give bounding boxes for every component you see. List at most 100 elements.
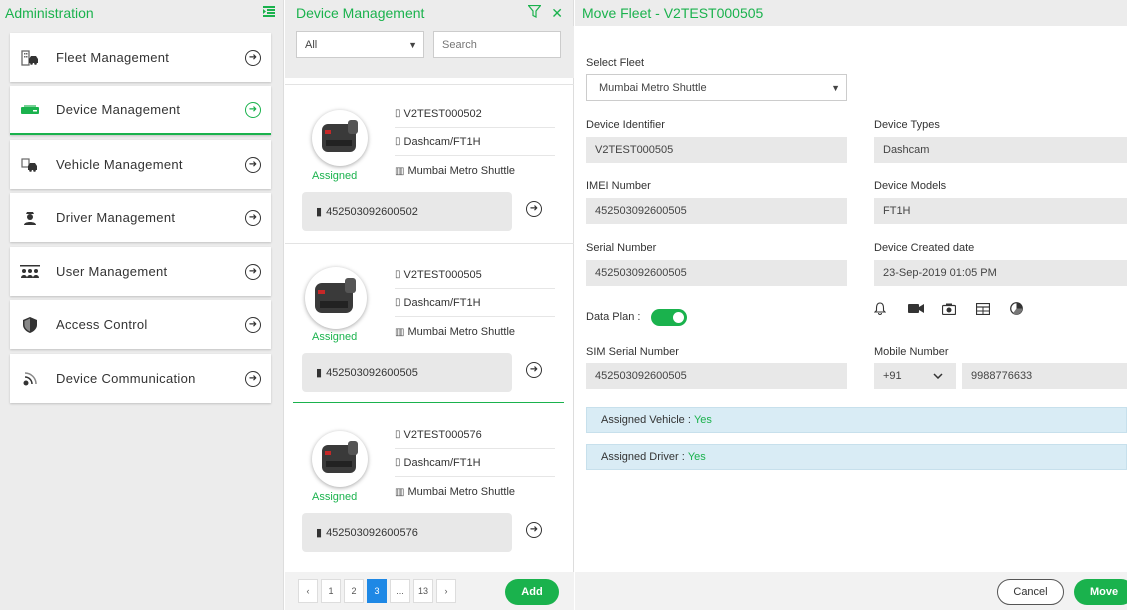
select-fleet-dropdown[interactable]: Mumbai Metro Shuttle ▼ xyxy=(586,74,847,101)
device-icon xyxy=(20,100,40,120)
country-code-select[interactable]: +91 xyxy=(874,363,956,389)
menu-item-device-management[interactable]: Device Management ➜ xyxy=(10,86,271,135)
device-id-line: ▯ V2TEST000576 xyxy=(395,421,555,449)
move-fleet-footer: Cancel Move xyxy=(575,572,1127,610)
menu-item-vehicle-management[interactable]: Vehicle Management ➜ xyxy=(10,140,271,189)
caret-down-icon: ▼ xyxy=(408,39,417,50)
device-id-line: ▯ V2TEST000502 xyxy=(395,100,555,128)
assigned-driver-label: Assigned Driver : xyxy=(601,451,688,463)
close-icon[interactable]: ✕ xyxy=(551,5,563,22)
dashcam-image xyxy=(312,110,368,166)
fleet-line: ▥ Mumbai Metro Shuttle xyxy=(395,157,555,185)
imei-value: 452503092600576 xyxy=(326,526,418,539)
chip-icon: ▯ xyxy=(395,457,401,468)
pager-next[interactable]: › xyxy=(436,579,456,603)
menu-item-user-management[interactable]: User Management ➜ xyxy=(10,247,271,296)
assigned-driver-value: Yes xyxy=(687,451,706,463)
arrow-right-icon[interactable]: ➜ xyxy=(245,209,261,226)
imei-label: IMEI Number xyxy=(586,180,651,192)
administration-panel: Administration Fleet Management ➜ Device… xyxy=(0,0,284,610)
device-type: Dashcam/FT1H xyxy=(403,135,481,148)
table-icon[interactable] xyxy=(976,302,1010,315)
menu-item-access-control[interactable]: Access Control ➜ xyxy=(10,300,271,349)
list-collapse-icon[interactable] xyxy=(263,6,275,20)
serial-number-field[interactable]: 452503092600505 xyxy=(586,260,847,286)
device-card[interactable]: Assigned ▯ V2TEST000505 ▯ Dashcam/FT1H ▥ Mu… xyxy=(302,261,560,402)
assigned-vehicle-label: Assigned Vehicle : xyxy=(601,414,694,426)
arrow-right-icon[interactable]: ➜ xyxy=(526,201,542,217)
device-id: V2TEST000505 xyxy=(403,268,482,281)
arrow-right-icon[interactable]: ➜ xyxy=(245,316,261,333)
sim-serial-label: SIM Serial Number xyxy=(586,346,679,358)
arrow-right-icon[interactable]: ➜ xyxy=(526,522,542,538)
mobile-number-field[interactable]: 9988776633 xyxy=(962,363,1127,389)
dashcam-image xyxy=(312,431,368,487)
device-card[interactable]: Assigned ▯ V2TEST000502 ▯ Dashcam/FT1H ▥ Mu… xyxy=(302,100,560,243)
dashcam-image xyxy=(305,267,367,329)
users-icon xyxy=(20,262,40,282)
administration-header: Administration xyxy=(0,0,283,26)
chip-icon: ▯ xyxy=(395,297,401,308)
chip-icon: ▯ xyxy=(395,269,401,280)
device-id: V2TEST000576 xyxy=(403,428,482,441)
status-filter-select[interactable]: All ▼ xyxy=(296,31,424,58)
arrow-right-icon[interactable]: ➜ xyxy=(245,101,261,118)
assigned-vehicle-value: Yes xyxy=(693,414,712,426)
status-filter-value: All xyxy=(305,38,318,51)
camera-icon[interactable] xyxy=(942,302,976,315)
search-input[interactable] xyxy=(433,31,561,58)
fleet-name: Mumbai Metro Shuttle xyxy=(407,326,516,338)
created-date-field[interactable]: 23-Sep-2019 01:05 PM xyxy=(874,260,1127,286)
pie-chart-icon[interactable] xyxy=(1010,302,1044,315)
menu-label: Access Control xyxy=(56,317,148,332)
bell-icon[interactable] xyxy=(874,302,908,315)
menu-item-driver-management[interactable]: Driver Management ➜ xyxy=(10,193,271,242)
cancel-button[interactable]: Cancel xyxy=(997,579,1064,605)
device-models-field[interactable]: FT1H xyxy=(874,198,1127,224)
feature-icons xyxy=(874,302,1044,315)
divider xyxy=(285,84,574,85)
filter-icon[interactable] xyxy=(527,4,543,21)
fleet-line: ▥ Mumbai Metro Shuttle xyxy=(395,478,555,506)
sim-serial-field[interactable]: 452503092600505 xyxy=(586,363,847,389)
device-card[interactable]: Assigned ▯ V2TEST000576 ▯ Dashcam/FT1H ▥ Mu… xyxy=(302,421,560,561)
device-id: V2TEST000502 xyxy=(403,107,482,120)
pager-page[interactable]: 1 xyxy=(321,579,341,603)
arrow-right-icon[interactable]: ➜ xyxy=(526,362,542,378)
add-button[interactable]: Add xyxy=(505,579,559,605)
arrow-right-icon[interactable]: ➜ xyxy=(245,370,261,387)
device-management-panel: Device Management ✕ All ▼ Assigned ▯V2TE… xyxy=(285,0,574,610)
data-plan-label: Data Plan : xyxy=(586,311,641,323)
arrow-right-icon[interactable]: ➜ xyxy=(245,156,261,173)
select-fleet-value: Mumbai Metro Shuttle xyxy=(599,81,707,94)
imei-field[interactable]: 452503092600505 xyxy=(586,198,847,224)
menu-item-fleet-management[interactable]: Fleet Management ➜ xyxy=(10,33,271,82)
pager-page[interactable]: 13 xyxy=(413,579,433,603)
device-types-field[interactable]: Dashcam xyxy=(874,137,1127,163)
status-label: Assigned xyxy=(312,170,358,182)
menu-label: Vehicle Management xyxy=(56,157,183,172)
pager-ellipsis[interactable]: ... xyxy=(390,579,410,603)
fleet-name: Mumbai Metro Shuttle xyxy=(407,165,516,177)
arrow-right-icon[interactable]: ➜ xyxy=(245,49,261,66)
created-date-label: Device Created date xyxy=(874,242,975,254)
arrow-right-icon[interactable]: ➜ xyxy=(245,263,261,280)
chip-icon: ▯ xyxy=(395,136,401,147)
menu-label: Device Management xyxy=(56,102,181,117)
move-button[interactable]: Move xyxy=(1074,579,1127,605)
shield-icon xyxy=(20,315,40,335)
device-identifier-field[interactable]: V2TEST000505 xyxy=(586,137,847,163)
data-plan-toggle[interactable] xyxy=(651,309,687,326)
assigned-vehicle-bar: Assigned Vehicle : Yes xyxy=(586,407,1127,433)
video-icon[interactable] xyxy=(908,302,942,315)
menu-label: Driver Management xyxy=(56,210,176,225)
select-fleet-label: Select Fleet xyxy=(586,57,645,69)
assigned-driver-bar: Assigned Driver : Yes xyxy=(586,444,1127,470)
menu-item-device-communication[interactable]: Device Communication ➜ xyxy=(10,354,271,403)
pager-page-current[interactable]: 3 xyxy=(367,579,387,603)
move-fleet-panel: Move Fleet - V2TEST000505 Select Fleet M… xyxy=(575,0,1127,610)
pager-page[interactable]: 2 xyxy=(344,579,364,603)
selected-divider xyxy=(293,402,564,403)
pager-prev[interactable]: ‹ xyxy=(298,579,318,603)
building-icon: ▥ xyxy=(395,326,405,338)
